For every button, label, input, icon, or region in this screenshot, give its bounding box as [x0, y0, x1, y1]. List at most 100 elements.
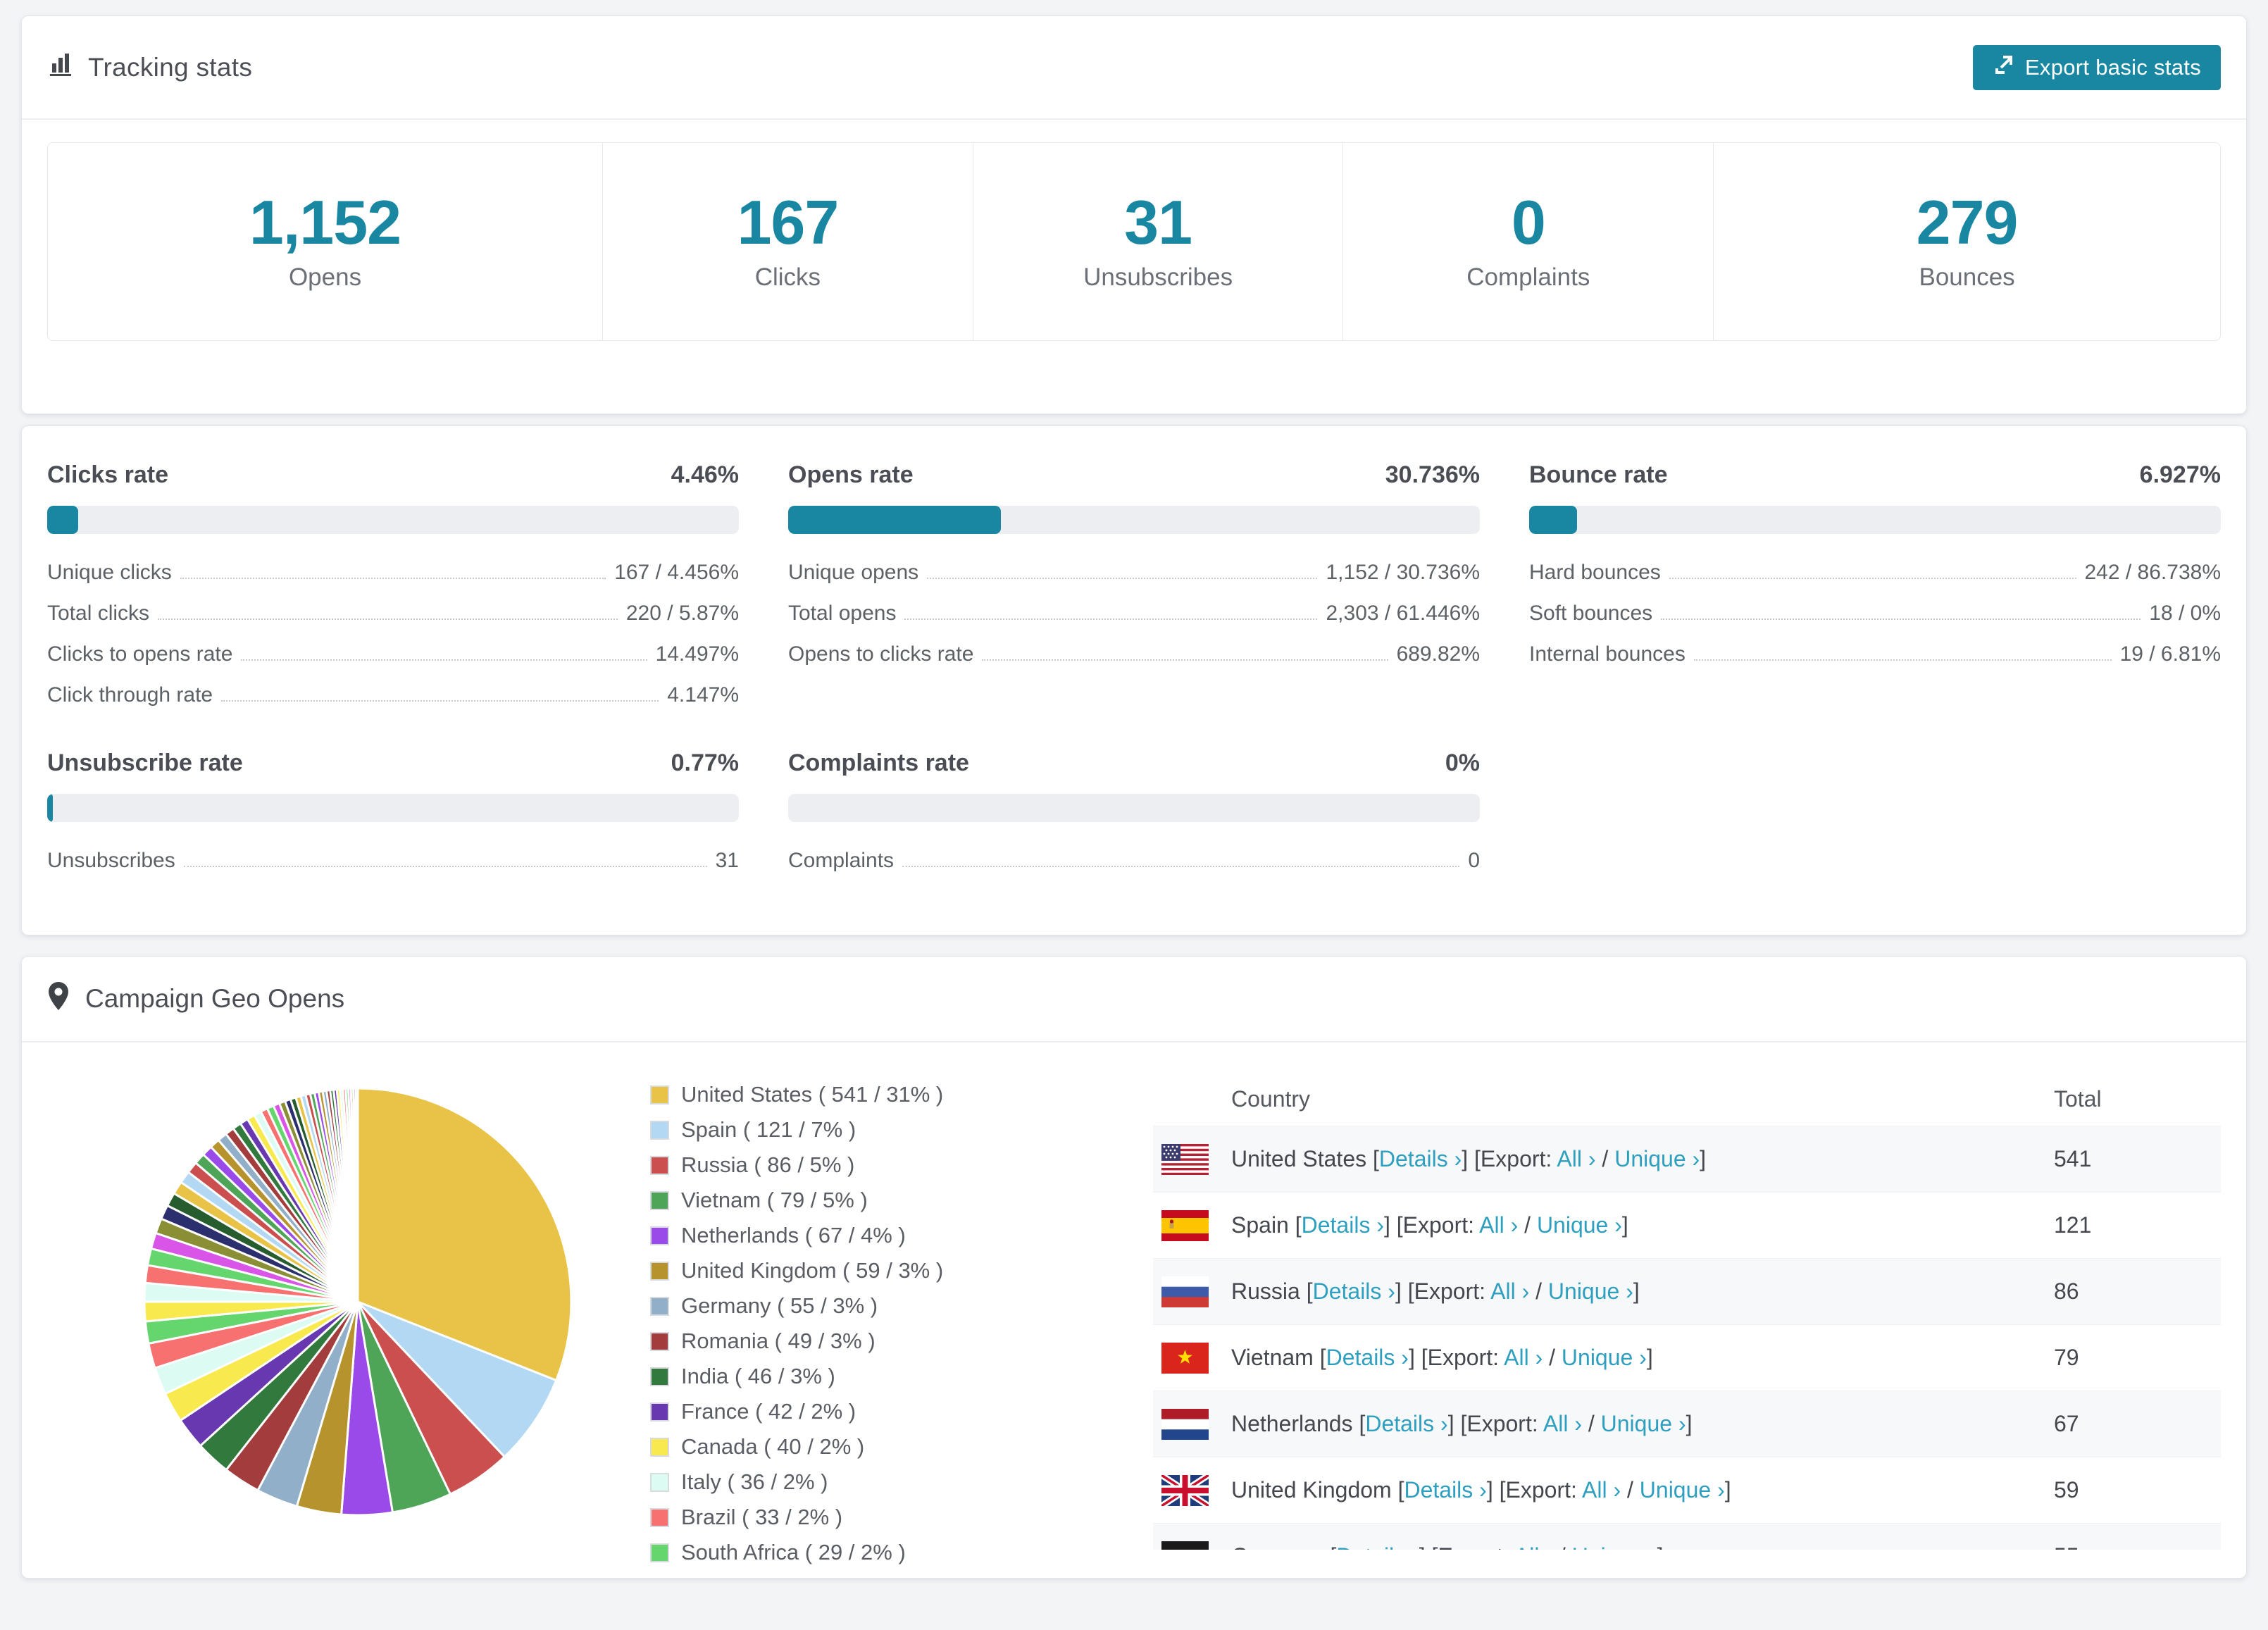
export-all-link[interactable]: All ›	[1543, 1411, 1582, 1436]
stat-clicks: 167 Clicks	[603, 143, 973, 340]
details-link[interactable]: Details ›	[1326, 1345, 1409, 1370]
stat-unsubscribes: 31 Unsubscribes	[973, 143, 1344, 340]
legend-item: Germany ( 55 / 3% )	[650, 1293, 1102, 1319]
unsubscribe-rate-block: Unsubscribe rate 0.77% Unsubscribes 31	[47, 749, 739, 890]
stat-row: Unique clicks 167 / 4.456%	[47, 561, 739, 584]
legend-swatch	[650, 1402, 669, 1421]
export-all-link[interactable]: All ›	[1490, 1279, 1529, 1304]
stat-value: 1,152	[249, 187, 401, 257]
table-header-row: Country Total	[1153, 1073, 2221, 1126]
export-unique-link[interactable]: Unique ›	[1640, 1477, 1725, 1503]
stat-row: Unique opens 1,152 / 30.736%	[788, 561, 1480, 584]
stat-row: Hard bounces 242 / 86.738%	[1529, 561, 2221, 584]
table-row: Vietnam [Details ›] [Export: All › / Uni…	[1153, 1324, 2221, 1391]
export-unique-link[interactable]: Unique ›	[1537, 1212, 1622, 1238]
export-all-link[interactable]: All ›	[1557, 1146, 1595, 1171]
page-background-strip	[0, 1579, 2268, 1603]
spain-flag-icon	[1161, 1209, 1209, 1241]
export-unique-link[interactable]: Unique ›	[1572, 1543, 1657, 1550]
rate-value: 6.927%	[2139, 461, 2221, 488]
rate-title: Clicks rate	[47, 461, 168, 488]
bounce-rate-bar	[1529, 506, 2221, 534]
export-all-link[interactable]: All ›	[1514, 1543, 1553, 1550]
russia-flag-icon	[1161, 1276, 1209, 1307]
legend-item: United States ( 541 / 31% )	[650, 1082, 1102, 1107]
rate-title: Bounce rate	[1529, 461, 1668, 488]
total-value: 59	[2054, 1477, 2079, 1503]
table-row: United States [Details ›] [Export: All ›…	[1153, 1126, 2221, 1192]
legend-swatch	[650, 1367, 669, 1386]
column-header-total: Total	[2054, 1086, 2102, 1112]
stat-row: Clicks to opens rate 14.497%	[47, 642, 739, 666]
export-unique-link[interactable]: Unique ›	[1562, 1345, 1647, 1370]
details-link[interactable]: Details ›	[1302, 1212, 1384, 1238]
legend-swatch	[650, 1507, 669, 1527]
us-flag-icon	[1161, 1143, 1209, 1175]
legend-swatch	[650, 1155, 669, 1175]
legend-item: Russia ( 86 / 5% )	[650, 1152, 1102, 1178]
summary-stats-box: 1,152 Opens 167 Clicks 31 Unsubscribes 0…	[47, 142, 2221, 341]
export-unique-link[interactable]: Unique ›	[1548, 1279, 1633, 1304]
table-row: Russia [Details ›] [Export: All › / Uniq…	[1153, 1258, 2221, 1324]
vietnam-flag-icon	[1161, 1342, 1209, 1374]
legend-swatch	[650, 1296, 669, 1316]
export-unique-link[interactable]: Unique ›	[1614, 1146, 1700, 1171]
rate-value: 0.77%	[671, 749, 739, 776]
section-title: Campaign Geo Opens	[85, 984, 345, 1013]
legend-swatch	[650, 1261, 669, 1281]
geo-pie-chart	[139, 1083, 576, 1524]
legend-item: Vietnam ( 79 / 5% )	[650, 1188, 1102, 1213]
stat-row: Opens to clicks rate 689.82%	[788, 642, 1480, 666]
stat-row: Unsubscribes 31	[47, 849, 739, 872]
legend-label: United States ( 541 / 31% )	[681, 1082, 944, 1107]
stat-opens: 1,152 Opens	[48, 143, 604, 340]
legend-label: Russia ( 86 / 5% )	[681, 1152, 855, 1177]
geo-country-table: Country Total United States [Details ›] …	[1153, 1073, 2221, 1550]
opens-rate-block: Opens rate 30.736% Unique opens 1,152 / 3…	[788, 461, 1480, 724]
export-all-link[interactable]: All ›	[1582, 1477, 1621, 1503]
details-link[interactable]: Details ›	[1365, 1411, 1447, 1436]
legend-item: Netherlands ( 67 / 4% )	[650, 1223, 1102, 1248]
legend-item: Brazil ( 33 / 2% )	[650, 1505, 1102, 1530]
stat-row: Internal bounces 19 / 6.81%	[1529, 642, 2221, 666]
legend-item: United Kingdom ( 59 / 3% )	[650, 1258, 1102, 1283]
stat-label: Complaints	[1466, 263, 1590, 291]
opens-rate-bar	[788, 506, 1480, 534]
clicks-rate-bar	[47, 506, 739, 534]
legend-swatch	[650, 1331, 669, 1351]
export-all-link[interactable]: All ›	[1504, 1345, 1543, 1370]
legend-swatch	[650, 1472, 669, 1492]
details-link[interactable]: Details ›	[1336, 1543, 1419, 1550]
details-link[interactable]: Details ›	[1313, 1279, 1395, 1304]
legend-label: South Africa ( 29 / 2% )	[681, 1540, 906, 1564]
stat-value: 31	[1124, 187, 1192, 257]
table-row: Germany [Details ›] [Export: All › / Uni…	[1153, 1523, 2221, 1550]
legend-label: Italy ( 36 / 2% )	[681, 1469, 828, 1494]
legend-label: Vietnam ( 79 / 5% )	[681, 1188, 868, 1212]
legend-item: South Africa ( 29 / 2% )	[650, 1540, 1102, 1565]
total-value: 79	[2054, 1345, 2079, 1370]
stat-bounces: 279 Bounces	[1714, 143, 2220, 340]
rate-value: 30.736%	[1385, 461, 1480, 488]
legend-item: Romania ( 49 / 3% )	[650, 1329, 1102, 1354]
total-value: 67	[2054, 1411, 2079, 1436]
legend-label: Spain ( 121 / 7% )	[681, 1117, 856, 1142]
export-basic-stats-button[interactable]: Export basic stats	[1972, 44, 2221, 90]
netherlands-flag-icon	[1161, 1408, 1209, 1440]
details-link[interactable]: Details ›	[1404, 1477, 1486, 1503]
export-unique-link[interactable]: Unique ›	[1601, 1411, 1686, 1436]
legend-label: India ( 46 / 3% )	[681, 1364, 835, 1388]
stat-row: Total clicks 220 / 5.87%	[47, 602, 739, 625]
rate-title: Complaints rate	[788, 749, 969, 776]
total-value: 86	[2054, 1279, 2079, 1304]
legend-item: India ( 46 / 3% )	[650, 1364, 1102, 1389]
details-link[interactable]: Details ›	[1379, 1146, 1462, 1171]
legend-item: Italy ( 36 / 2% )	[650, 1469, 1102, 1495]
legend-swatch	[650, 1543, 669, 1562]
stat-row: Soft bounces 18 / 0%	[1529, 602, 2221, 625]
total-value: 55	[2054, 1543, 2221, 1550]
rate-value: 0%	[1445, 749, 1480, 776]
export-all-link[interactable]: All ›	[1479, 1212, 1518, 1238]
legend-swatch	[650, 1226, 669, 1245]
legend-swatch	[650, 1437, 669, 1457]
